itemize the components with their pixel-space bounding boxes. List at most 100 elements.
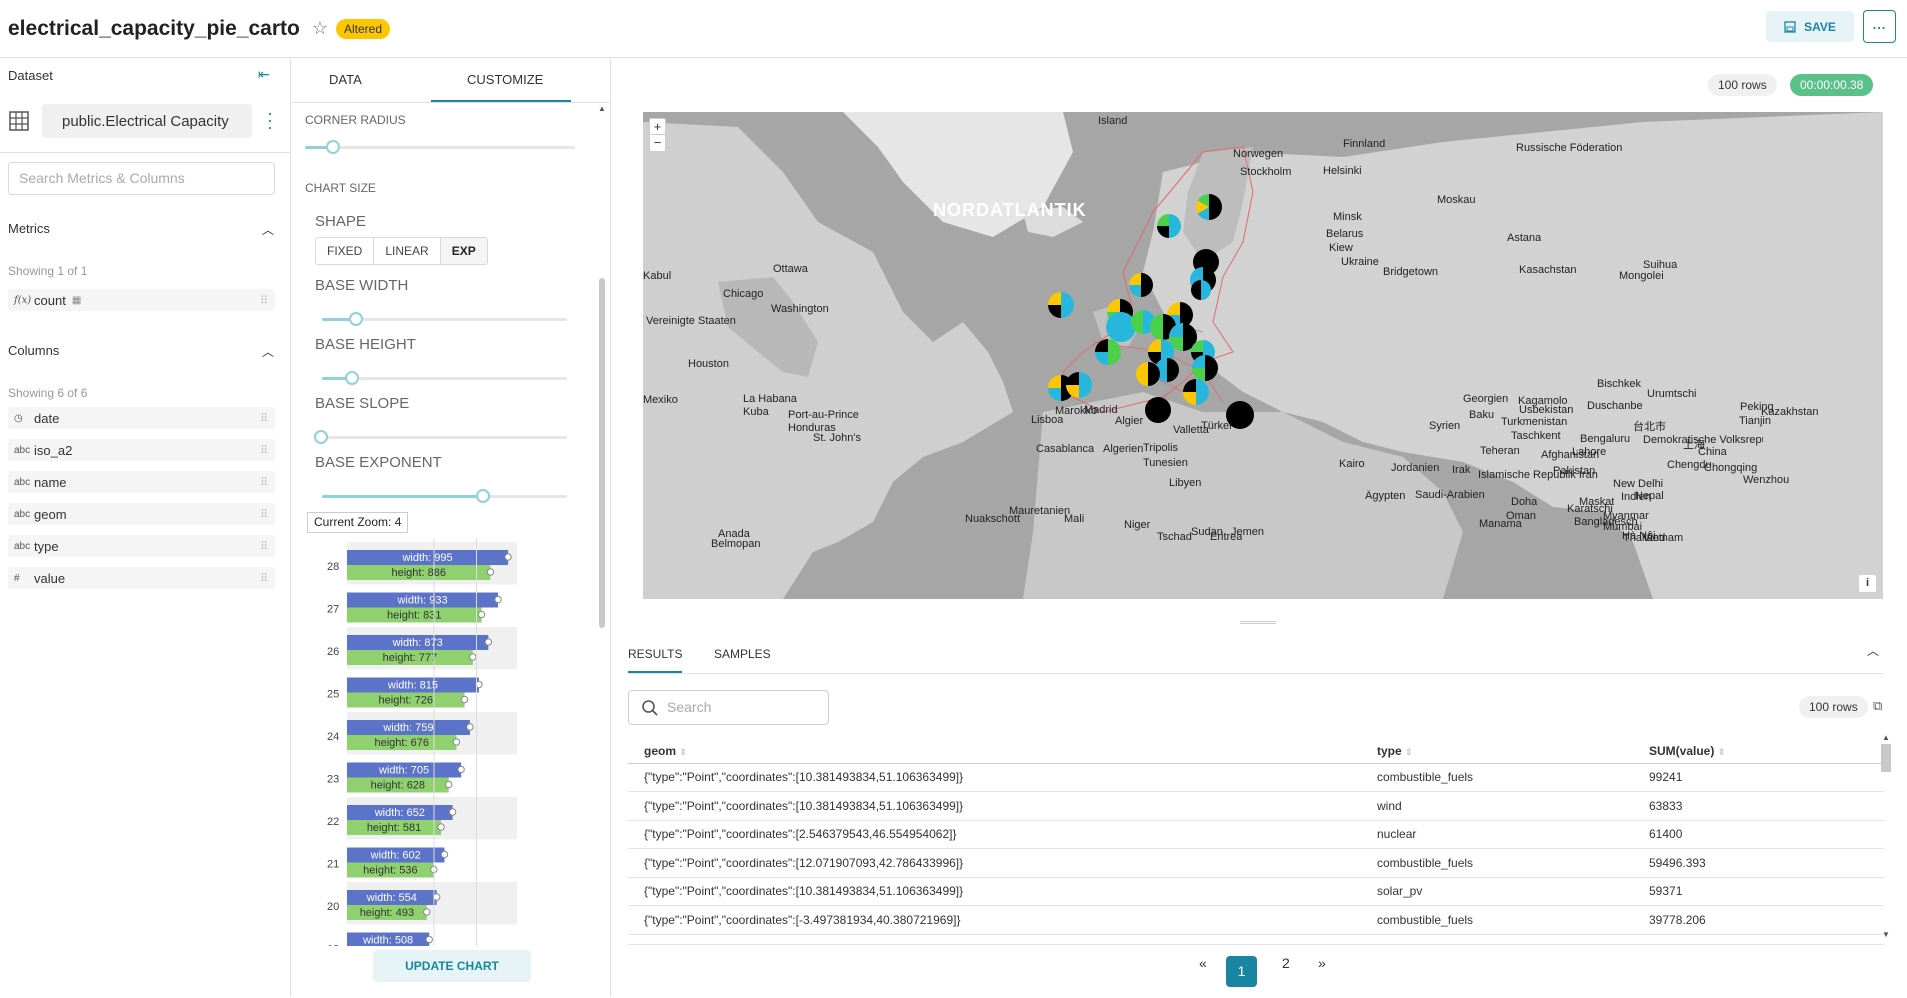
column-item-date[interactable]: ◷ date ⠿ bbox=[8, 407, 275, 429]
pie-marker[interactable] bbox=[1183, 379, 1209, 405]
copy-icon[interactable]: ⧉ bbox=[1873, 698, 1882, 714]
width-label: width: 602 bbox=[370, 850, 421, 862]
drag-handle-icon[interactable]: ⠿ bbox=[260, 444, 268, 457]
collapse-panel-icon[interactable]: ⇤ bbox=[258, 66, 270, 83]
shape-selector[interactable]: FIXED LINEAR EXP bbox=[315, 237, 488, 265]
corner-radius-handle[interactable] bbox=[326, 140, 340, 154]
table-scrollbar-thumb[interactable] bbox=[1881, 744, 1891, 772]
chevron-up-icon[interactable]: ︿ bbox=[262, 221, 274, 238]
drag-handle-icon[interactable]: ⠿ bbox=[260, 508, 268, 521]
shape-option-fixed[interactable]: FIXED bbox=[316, 238, 375, 264]
table-cell: {"type":"Point","coordinates":[-3.497381… bbox=[628, 905, 1361, 935]
zoom-level-label: 22 bbox=[327, 816, 339, 828]
control-panel: DATA CUSTOMIZE CORNER RADIUS CHART SIZE … bbox=[291, 58, 611, 997]
column-item-geom[interactable]: abc geom ⠿ bbox=[8, 503, 275, 525]
page-1[interactable]: 1 bbox=[1226, 956, 1257, 987]
pie-slice bbox=[1095, 352, 1108, 365]
drag-handle-icon[interactable]: ⠿ bbox=[260, 412, 268, 425]
pie-marker[interactable] bbox=[1095, 339, 1121, 365]
pie-marker[interactable] bbox=[1192, 355, 1218, 381]
column-header-sum-value[interactable]: SUM(value) ⇕ bbox=[1633, 740, 1884, 764]
column-header-geom[interactable]: geom ⇕ bbox=[628, 740, 1361, 764]
pager-next[interactable]: » bbox=[1318, 955, 1326, 971]
pie-marker[interactable] bbox=[1129, 273, 1153, 297]
pie-marker[interactable] bbox=[1226, 401, 1254, 429]
update-chart-button[interactable]: UPDATE CHART bbox=[373, 950, 531, 982]
more-options-button[interactable]: ... bbox=[1863, 10, 1896, 43]
pie-marker[interactable] bbox=[1136, 362, 1160, 386]
scrollbar-thumb[interactable] bbox=[599, 278, 605, 628]
sort-icon[interactable]: ⇕ bbox=[1718, 747, 1726, 757]
table-row[interactable]: {"type":"Point","coordinates":[10.381493… bbox=[628, 877, 1884, 906]
column-name: name bbox=[34, 474, 67, 490]
base-slope-slider[interactable] bbox=[322, 436, 567, 439]
pie-slice bbox=[1048, 305, 1061, 318]
shape-option-exp[interactable]: EXP bbox=[440, 238, 487, 264]
corner-radius-slider[interactable] bbox=[305, 146, 575, 149]
table-cell: 39778.206 bbox=[1633, 905, 1884, 935]
pie-slice bbox=[1061, 292, 1074, 318]
map-view[interactable]: + − i ReykjavíkIslandNORDATLANTIKFinnlan… bbox=[643, 112, 1883, 599]
drag-handle-icon[interactable]: ⠿ bbox=[260, 476, 268, 489]
drag-handle-icon[interactable]: ⠿ bbox=[260, 294, 268, 307]
tab-customize[interactable]: CUSTOMIZE bbox=[467, 72, 543, 87]
metric-item[interactable]: f(x) count ▦ ⠿ bbox=[8, 289, 275, 311]
drag-handle-icon[interactable]: ⠿ bbox=[260, 572, 268, 585]
pie-marker[interactable] bbox=[1066, 372, 1092, 398]
pie-slice bbox=[1129, 285, 1141, 297]
tab-data[interactable]: DATA bbox=[329, 72, 362, 87]
base-slope-handle[interactable] bbox=[314, 430, 328, 444]
pie-slice bbox=[1209, 194, 1222, 220]
dataset-name[interactable]: public.Electrical Capacity bbox=[42, 104, 252, 138]
width-label: width: 815 bbox=[387, 680, 438, 692]
pie-marker[interactable] bbox=[1196, 194, 1222, 220]
tab-results[interactable]: RESULTS bbox=[628, 647, 682, 661]
base-width-handle[interactable] bbox=[349, 312, 363, 326]
resize-handle[interactable] bbox=[1240, 621, 1276, 624]
sort-icon[interactable]: ⇕ bbox=[679, 747, 687, 757]
shape-option-linear[interactable]: LINEAR bbox=[374, 238, 441, 264]
table-row[interactable]: {"type":"Point","coordinates":[2.5463795… bbox=[628, 820, 1884, 849]
pie-marker[interactable] bbox=[1048, 292, 1074, 318]
chevron-up-icon[interactable]: ︿ bbox=[262, 343, 274, 360]
pager-prev[interactable]: « bbox=[1199, 955, 1207, 971]
width-label: width: 873 bbox=[392, 637, 443, 649]
column-header-type[interactable]: type ⇕ bbox=[1361, 740, 1633, 764]
save-button[interactable]: SAVE bbox=[1766, 11, 1854, 42]
pie-marker[interactable] bbox=[1145, 397, 1171, 423]
column-item-value[interactable]: # value ⠿ bbox=[8, 567, 275, 589]
pie-slice bbox=[1192, 368, 1205, 381]
scroll-up-icon[interactable]: ▲ bbox=[1880, 733, 1892, 742]
pie-marker[interactable] bbox=[1157, 214, 1181, 238]
tab-samples[interactable]: SAMPLES bbox=[714, 647, 771, 661]
pie-marker[interactable] bbox=[1106, 312, 1136, 342]
column-item-iso-a2[interactable]: abc iso_a2 ⠿ bbox=[8, 439, 275, 461]
altered-badge[interactable]: Altered bbox=[336, 18, 391, 39]
table-row[interactable]: {"type":"Point","coordinates":[10.381493… bbox=[628, 763, 1884, 792]
page-2[interactable]: 2 bbox=[1282, 955, 1290, 971]
scroll-down-icon[interactable]: ▼ bbox=[1880, 930, 1892, 939]
collapse-results-icon[interactable]: ︿ bbox=[1867, 642, 1879, 659]
base-exponent-handle[interactable] bbox=[476, 489, 490, 503]
star-icon[interactable]: ☆ bbox=[312, 18, 328, 39]
dataset-menu-icon[interactable]: · · · bbox=[266, 104, 274, 136]
table-scrollbar[interactable]: ▲ ▼ bbox=[1880, 733, 1892, 939]
pie-slice bbox=[1107, 299, 1120, 312]
table-row[interactable]: {"type":"Point","coordinates":[12.071907… bbox=[628, 848, 1884, 878]
zoom-level-label: 25 bbox=[327, 689, 339, 701]
table-row[interactable]: {"type":"Point","coordinates":[10.381493… bbox=[628, 791, 1884, 821]
table-row[interactable]: {"type":"Point","coordinates":[-3.497381… bbox=[628, 905, 1884, 935]
pie-marker[interactable] bbox=[1191, 280, 1211, 300]
columns-title[interactable]: Columns bbox=[8, 343, 59, 358]
pie-slice bbox=[1066, 372, 1079, 385]
metrics-title[interactable]: Metrics bbox=[8, 221, 50, 236]
search-metrics-input[interactable]: Search Metrics & Columns bbox=[8, 162, 275, 195]
height-bar-handle bbox=[460, 695, 469, 704]
column-item-name[interactable]: abc name ⠿ bbox=[8, 471, 275, 493]
drag-handle-icon[interactable]: ⠿ bbox=[260, 540, 268, 553]
base-height-handle[interactable] bbox=[345, 371, 359, 385]
column-item-type[interactable]: abc type ⠿ bbox=[8, 535, 275, 557]
chart-title[interactable]: electrical_capacity_pie_carto bbox=[8, 17, 300, 41]
sort-icon[interactable]: ⇕ bbox=[1405, 747, 1413, 757]
scroll-up-icon[interactable]: ▲ bbox=[598, 104, 606, 113]
